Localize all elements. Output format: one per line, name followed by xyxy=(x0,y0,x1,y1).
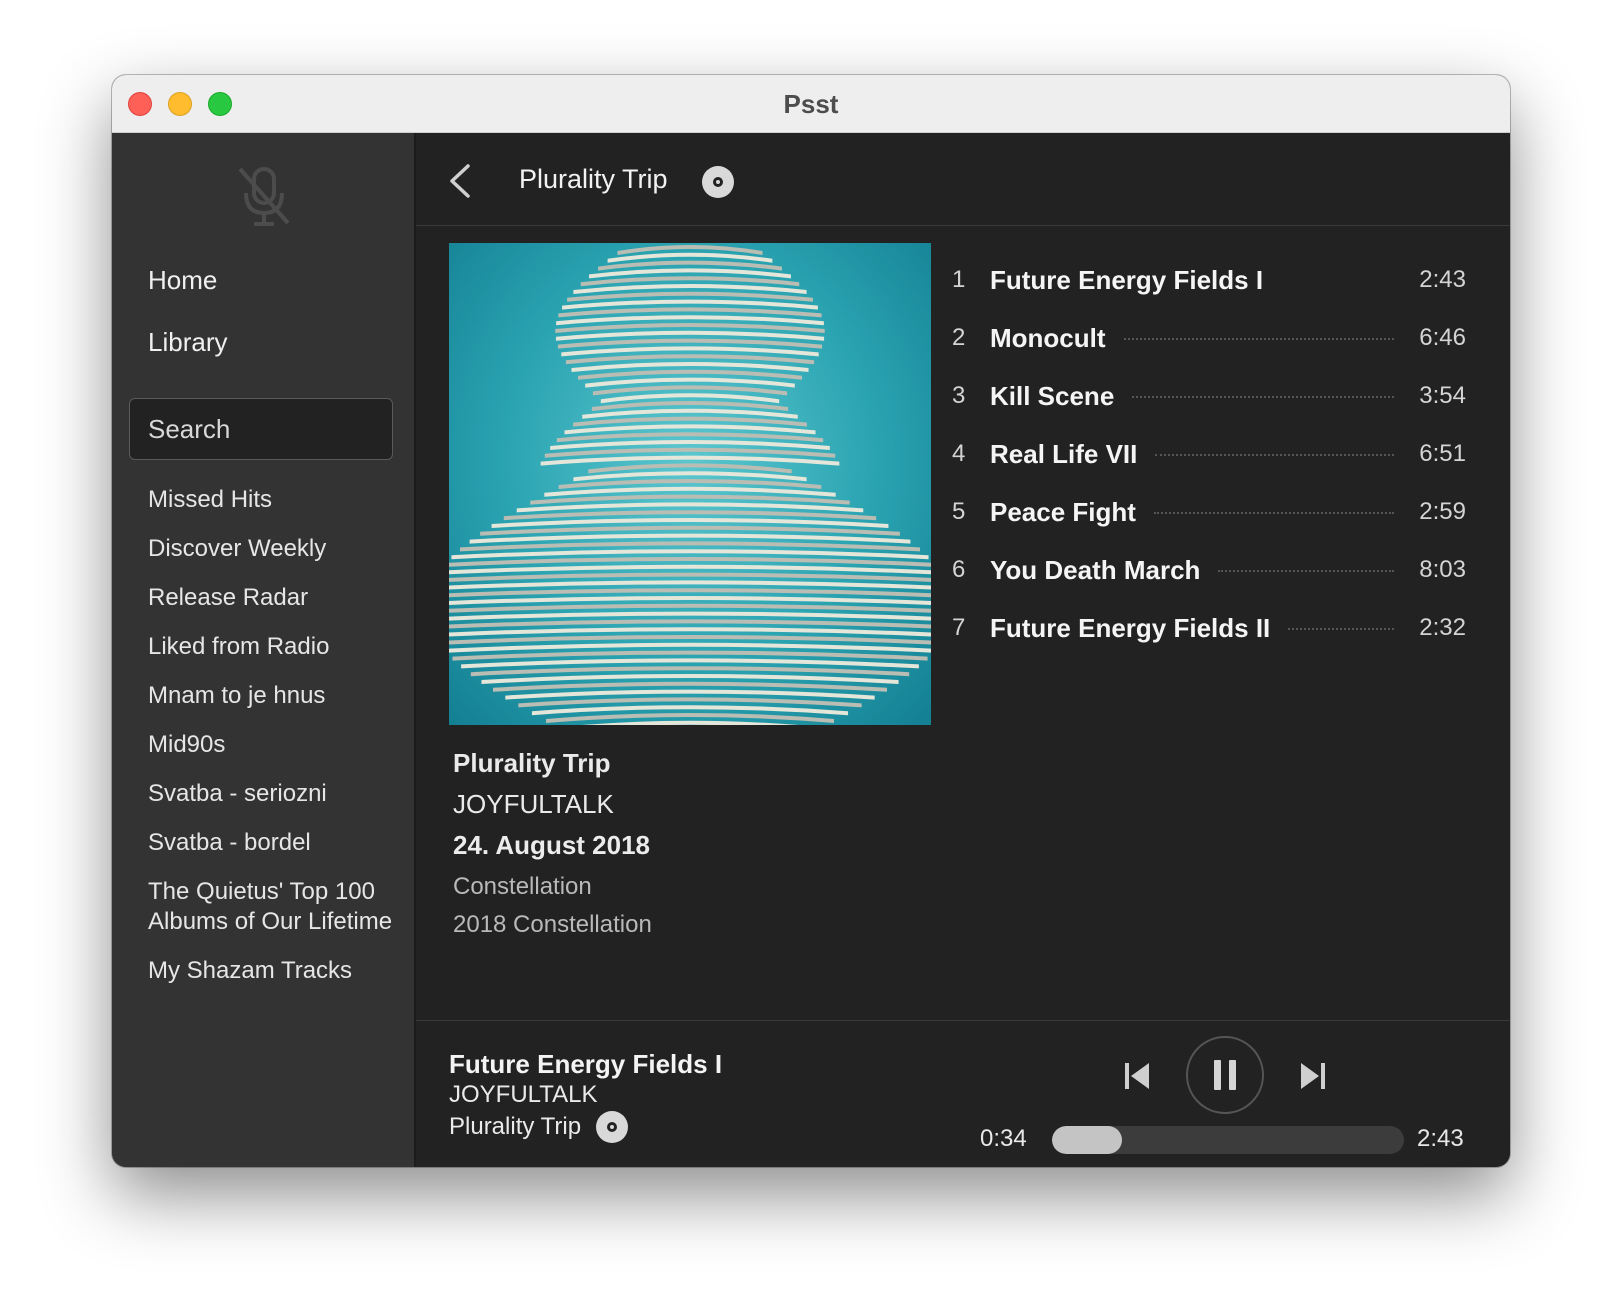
track-title: Peace Fight xyxy=(990,496,1136,527)
track-number: 6 xyxy=(952,556,966,583)
track-leader xyxy=(1218,570,1394,572)
now-playing-title[interactable]: Future Energy Fields I xyxy=(449,1049,722,1080)
track-list: 1 Future Energy Fields I 2:43 2 Monocult… xyxy=(946,251,1466,657)
playlist-item[interactable]: Release Radar xyxy=(148,583,398,613)
track-number: 4 xyxy=(952,440,966,467)
track-row[interactable]: 7 Future Energy Fields II 2:32 xyxy=(946,599,1466,657)
track-title: Future Energy Fields II xyxy=(990,612,1271,643)
album-details: Plurality Trip JOYFULTALK 24. August 201… xyxy=(453,748,652,939)
playlist-item[interactable]: Missed Hits xyxy=(148,485,398,515)
track-number: 7 xyxy=(952,614,966,641)
chevron-left-icon[interactable] xyxy=(446,163,474,199)
track-duration: 2:32 xyxy=(1419,614,1466,641)
track-leader xyxy=(1132,396,1394,398)
playlist-item[interactable]: Svatba - bordel xyxy=(148,828,398,858)
nav-home[interactable]: Home xyxy=(148,265,217,296)
elapsed-time: 0:34 xyxy=(980,1125,1027,1152)
pause-button[interactable] xyxy=(1186,1036,1264,1114)
nav-library[interactable]: Library xyxy=(148,327,227,358)
track-number: 3 xyxy=(952,382,966,409)
track-title: Kill Scene xyxy=(990,380,1115,411)
playlist-item[interactable]: Liked from Radio xyxy=(148,632,398,662)
album-cover-art xyxy=(449,245,931,725)
playlist-item[interactable]: My Shazam Tracks xyxy=(148,956,398,986)
track-number: 1 xyxy=(952,266,966,293)
track-title: Monocult xyxy=(990,322,1106,353)
now-playing-album[interactable]: Plurality Trip xyxy=(449,1113,581,1141)
skip-next-icon[interactable] xyxy=(1298,1059,1328,1093)
album-artist[interactable]: JOYFULTALK xyxy=(453,789,652,820)
playlist-item[interactable]: Mnam to je hnus xyxy=(148,681,398,711)
now-playing-artist[interactable]: JOYFULTALK xyxy=(449,1081,597,1109)
playlist-item[interactable]: The Quietus' Top 100 Albums of Our Lifet… xyxy=(148,877,398,937)
track-number: 2 xyxy=(952,324,966,351)
track-row[interactable]: 4 Real Life VII 6:51 xyxy=(946,425,1466,483)
disc-icon xyxy=(702,166,734,198)
playlist-item[interactable]: Discover Weekly xyxy=(148,534,398,564)
skip-previous-icon[interactable] xyxy=(1122,1059,1152,1093)
track-duration: 6:46 xyxy=(1419,324,1466,351)
track-row[interactable]: 3 Kill Scene 3:54 xyxy=(946,367,1466,425)
track-title: Real Life VII xyxy=(990,438,1138,469)
track-row[interactable]: 1 Future Energy Fields I 2:43 xyxy=(946,251,1466,309)
track-title: Future Energy Fields I xyxy=(990,264,1264,295)
track-duration: 2:43 xyxy=(1419,266,1466,293)
track-number: 5 xyxy=(952,498,966,525)
title-bar: Psst xyxy=(112,75,1510,133)
album-title: Plurality Trip xyxy=(453,748,611,778)
main-content: Plurality Trip Plurality Trip JOYFULTALK… xyxy=(416,133,1510,1167)
album-label: Constellation xyxy=(453,873,592,900)
track-title: You Death March xyxy=(990,554,1201,585)
track-row[interactable]: 2 Monocult 6:46 xyxy=(946,309,1466,367)
track-leader xyxy=(1288,628,1394,630)
pause-icon xyxy=(1214,1060,1236,1090)
track-leader xyxy=(1155,454,1394,456)
track-leader xyxy=(1281,280,1394,282)
track-duration: 3:54 xyxy=(1419,382,1466,409)
track-row[interactable]: 6 You Death March 8:03 xyxy=(946,541,1466,599)
track-duration: 6:51 xyxy=(1419,440,1466,467)
window-title: Psst xyxy=(783,89,839,119)
track-duration: 2:59 xyxy=(1419,498,1466,525)
disc-icon xyxy=(596,1111,628,1143)
playlist-list: Missed Hits Discover Weekly Release Rada… xyxy=(148,485,398,1005)
sidebar: Home Library Missed Hits Discover Weekly… xyxy=(112,133,416,1167)
microphone-slash-icon xyxy=(238,167,290,226)
track-leader xyxy=(1123,338,1394,340)
seek-bar[interactable] xyxy=(1052,1126,1404,1154)
search-input[interactable] xyxy=(129,398,393,460)
playback-bar: Future Energy Fields I JOYFULTALK Plural… xyxy=(416,1020,1510,1167)
playlist-item[interactable]: Mid90s xyxy=(148,730,398,760)
seek-bar-progress xyxy=(1052,1126,1123,1154)
page-header: Plurality Trip xyxy=(416,133,1510,226)
total-time: 2:43 xyxy=(1417,1125,1464,1152)
track-duration: 8:03 xyxy=(1419,556,1466,583)
playlist-item[interactable]: Svatba - seriozni xyxy=(148,779,398,809)
track-row[interactable]: 5 Peace Fight 2:59 xyxy=(946,483,1466,541)
cover-art-slab xyxy=(581,720,799,725)
page-title: Plurality Trip xyxy=(519,164,668,194)
album-copyright: 2018 Constellation xyxy=(453,911,652,938)
track-leader xyxy=(1153,512,1394,514)
album-cover xyxy=(449,243,931,725)
app-window: Psst Home Library Missed Hits Discover W… xyxy=(112,75,1510,1167)
album-release-date: 24. August 2018 xyxy=(453,830,651,860)
